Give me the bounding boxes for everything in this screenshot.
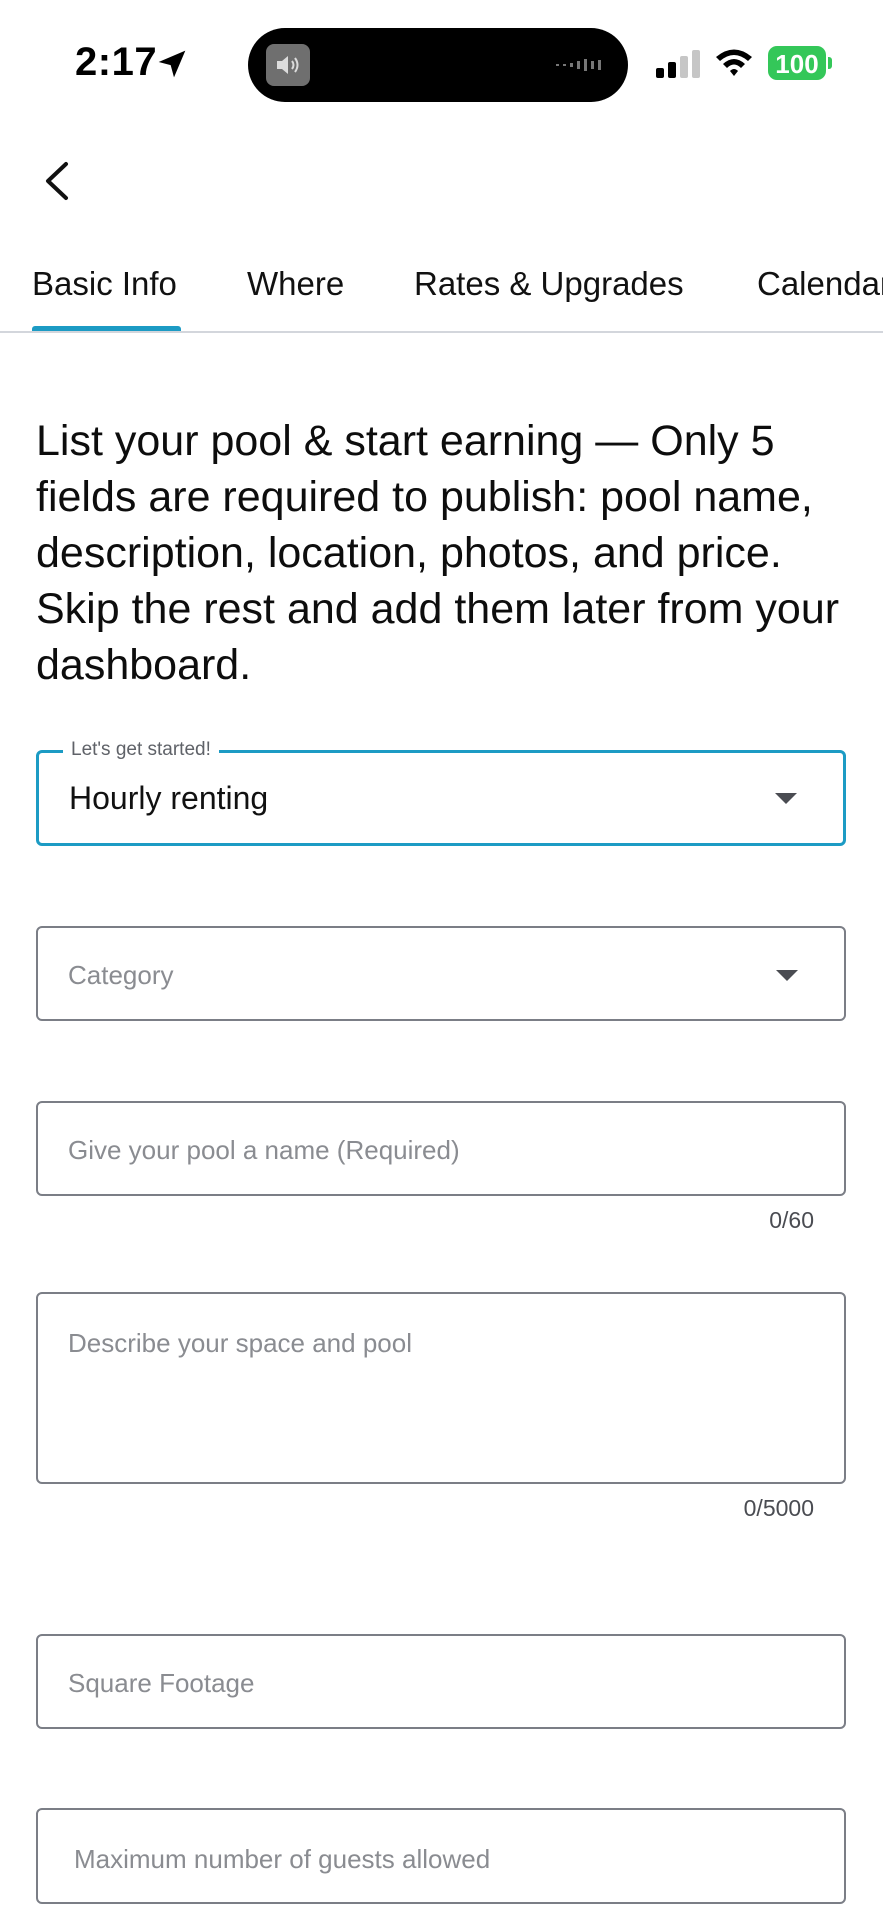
pool-name-counter: 0/60: [769, 1207, 814, 1233]
max-guests-input[interactable]: Maximum number of guests allowed: [36, 1808, 846, 1904]
location-arrow-icon: [158, 50, 186, 78]
max-guests-placeholder: Maximum number of guests allowed: [74, 1844, 491, 1874]
tab-bar: Basic Info Where Rates & Upgrades Calend…: [0, 255, 883, 333]
pool-name-input[interactable]: Give your pool a name (Required): [36, 1101, 846, 1196]
battery-level: 100: [775, 49, 819, 79]
rental-type-value: Hourly renting: [69, 780, 269, 816]
rental-type-select[interactable]: Let's get started! Hourly renting: [36, 739, 846, 846]
pool-name-placeholder: Give your pool a name (Required): [68, 1135, 460, 1165]
category-placeholder: Category: [68, 960, 174, 990]
description-textarea[interactable]: Describe your space and pool: [36, 1292, 846, 1484]
dropdown-caret-icon: [776, 970, 798, 981]
tab-rates-upgrades[interactable]: Rates & Upgrades: [414, 265, 684, 303]
square-footage-input[interactable]: Square Footage: [36, 1634, 846, 1729]
description-counter: 0/5000: [743, 1495, 814, 1521]
dynamic-island: [248, 28, 628, 102]
wifi-icon: [716, 49, 752, 76]
description-placeholder: Describe your space and pool: [68, 1328, 412, 1358]
status-bar: 2:17 100: [0, 0, 883, 130]
dropdown-caret-icon: [775, 793, 797, 804]
category-select[interactable]: Category: [36, 926, 846, 1021]
intro-text: List your pool & start earning — Only 5 …: [36, 417, 840, 689]
square-footage-placeholder: Square Footage: [68, 1668, 255, 1698]
status-time: 2:17: [75, 40, 158, 84]
speaker-icon: [266, 44, 310, 86]
tab-calendar[interactable]: Calendar: [757, 265, 883, 303]
tab-basic-info[interactable]: Basic Info: [32, 265, 177, 303]
tab-where[interactable]: Where: [247, 265, 344, 303]
audio-wave-icon: [556, 59, 601, 71]
signal-icon: [656, 50, 700, 78]
rental-type-label: Let's get started!: [63, 739, 219, 761]
tab-active-indicator: [32, 326, 181, 331]
back-button[interactable]: [36, 156, 80, 206]
battery-icon: 100: [768, 46, 832, 80]
